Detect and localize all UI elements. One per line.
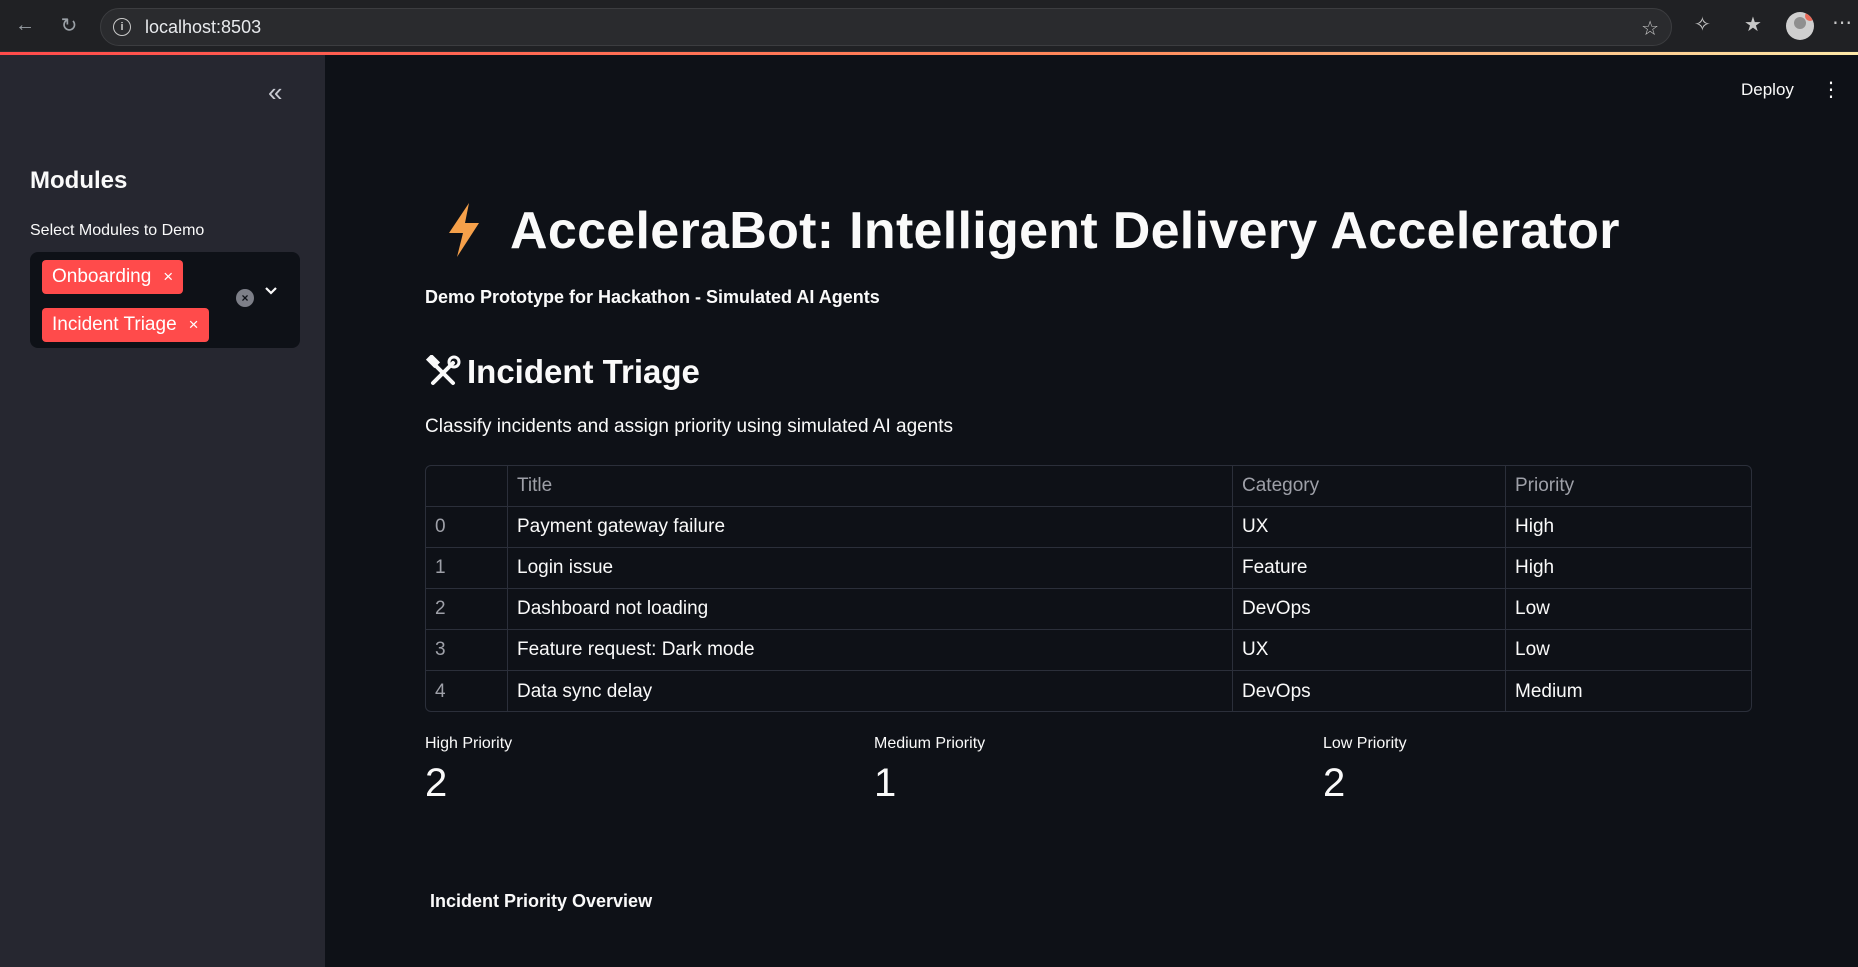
sidebar-title: Modules [30, 167, 128, 194]
metric-label-low: Low Priority [1323, 735, 1407, 752]
metric-label-high: High Priority [425, 735, 513, 752]
column-header-priority[interactable]: Priority [1506, 466, 1751, 506]
kebab-menu-icon[interactable]: ⋮ [1821, 77, 1841, 102]
cell-category[interactable]: UX [1233, 630, 1506, 670]
section-description: Classify incidents and assign priority u… [425, 416, 954, 437]
metric-value-medium: 1 [874, 761, 897, 805]
chip-label: Incident Triage [52, 314, 177, 335]
cell-title[interactable]: Feature request: Dark mode [508, 630, 1233, 670]
cell-title[interactable]: Dashboard not loading [508, 589, 1233, 629]
chip-incident-triage: Incident Triage × [42, 308, 209, 342]
cell-category[interactable]: UX [1233, 507, 1506, 547]
chip-label: Onboarding [52, 266, 152, 287]
cell-priority[interactable]: Low [1506, 589, 1751, 629]
page-title: AcceleraBot: Intelligent Delivery Accele… [510, 202, 1620, 260]
back-icon[interactable]: ← [12, 12, 38, 38]
remove-chip-icon[interactable]: × [163, 267, 173, 287]
notification-dot [1805, 12, 1814, 21]
column-header-title[interactable]: Title [508, 466, 1233, 506]
column-header-category[interactable]: Category [1233, 466, 1506, 506]
cell-category[interactable]: DevOps [1233, 589, 1506, 629]
star-icon[interactable]: ☆ [1641, 16, 1659, 41]
metric-value-high: 2 [425, 761, 448, 805]
reload-icon[interactable]: ↻ [56, 12, 82, 38]
sidebar: « Modules Select Modules to Demo Onboard… [0, 55, 325, 967]
table-row: 0 Payment gateway failure UX High [426, 507, 1751, 548]
cell-category[interactable]: DevOps [1233, 671, 1506, 711]
row-index[interactable]: 1 [426, 548, 508, 588]
incident-table[interactable]: Title Category Priority 0 Payment gatewa… [425, 465, 1752, 712]
row-index[interactable]: 4 [426, 671, 508, 711]
cell-priority[interactable]: Low [1506, 630, 1751, 670]
table-row: 1 Login issue Feature High [426, 548, 1751, 589]
table-row: 4 Data sync delay DevOps Medium [426, 671, 1751, 711]
row-index[interactable]: 3 [426, 630, 508, 670]
cell-category[interactable]: Feature [1233, 548, 1506, 588]
metric-value-low: 2 [1323, 761, 1346, 805]
section-title: Incident Triage [467, 353, 700, 390]
cell-title[interactable]: Data sync delay [508, 671, 1233, 711]
overview-title: Incident Priority Overview [430, 891, 653, 911]
remove-chip-icon[interactable]: × [189, 315, 199, 335]
column-header-index[interactable] [426, 466, 508, 506]
more-icon[interactable]: ⋯ [1832, 10, 1852, 35]
page-subtitle: Demo Prototype for Hackathon - Simulated… [425, 287, 880, 307]
extensions-icon[interactable]: ✧ [1694, 12, 1711, 37]
profile-avatar[interactable] [1786, 12, 1814, 40]
deploy-button[interactable]: Deploy [1741, 80, 1794, 100]
select-label: Select Modules to Demo [30, 222, 205, 239]
main-content: Deploy ⋮ AcceleraBot: Intelligent Delive… [325, 55, 1858, 967]
table-header-row: Title Category Priority [426, 466, 1751, 507]
lightning-bolt-icon [443, 201, 485, 264]
modules-multiselect[interactable]: Onboarding × Incident Triage × × [30, 252, 300, 348]
info-icon[interactable]: i [113, 18, 131, 36]
cell-priority[interactable]: High [1506, 507, 1751, 547]
cell-title[interactable]: Login issue [508, 548, 1233, 588]
row-index[interactable]: 0 [426, 507, 508, 547]
browser-toolbar: ← ↻ i localhost:8503 ☆ ✧ ★ ⋯ [0, 0, 1858, 52]
row-index[interactable]: 2 [426, 589, 508, 629]
hammer-wrench-icon [425, 353, 461, 396]
cell-priority[interactable]: High [1506, 548, 1751, 588]
address-bar[interactable]: i localhost:8503 ☆ [100, 8, 1672, 46]
favorites-icon[interactable]: ★ [1744, 12, 1762, 37]
clear-all-icon[interactable]: × [236, 289, 254, 307]
chevron-down-icon[interactable] [264, 284, 278, 303]
table-row: 2 Dashboard not loading DevOps Low [426, 589, 1751, 630]
url-text[interactable]: localhost:8503 [145, 17, 261, 38]
chip-onboarding: Onboarding × [42, 260, 184, 294]
metric-label-medium: Medium Priority [874, 735, 986, 752]
cell-priority[interactable]: Medium [1506, 671, 1751, 711]
double-chevron-left-icon[interactable]: « [268, 77, 282, 108]
table-row: 3 Feature request: Dark mode UX Low [426, 630, 1751, 671]
cell-title[interactable]: Payment gateway failure [508, 507, 1233, 547]
